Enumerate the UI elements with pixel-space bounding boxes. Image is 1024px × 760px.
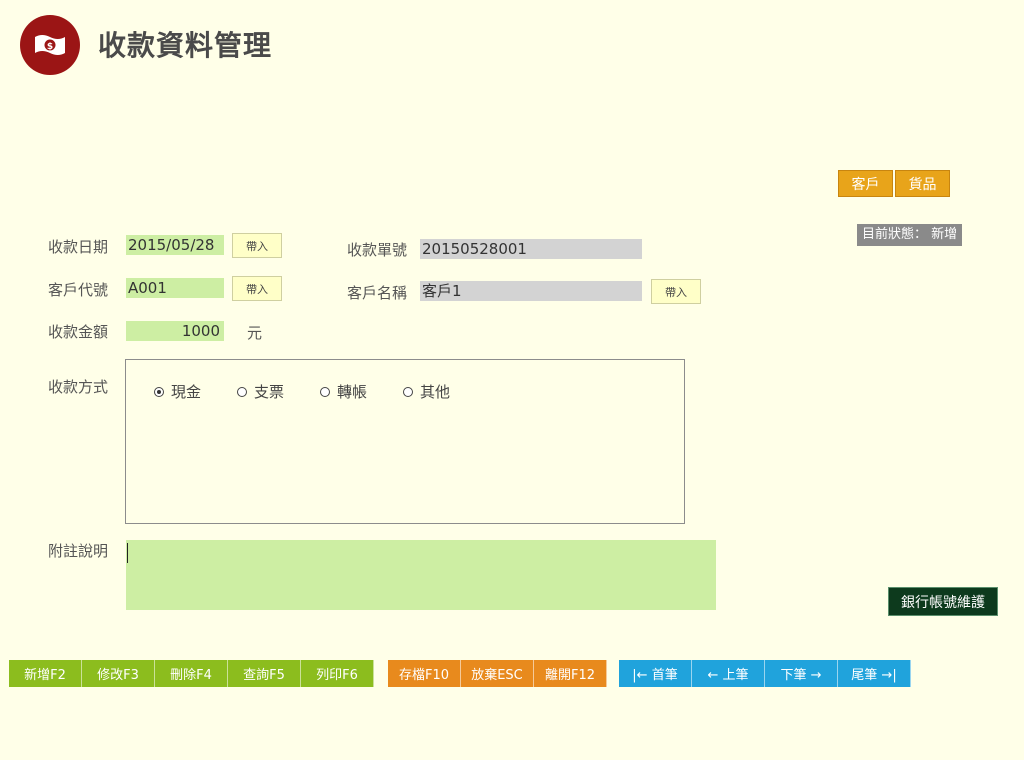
prev-record-button[interactable]: ← 上筆 — [692, 660, 765, 687]
goods-button[interactable]: 貨品 — [895, 170, 950, 197]
add-button[interactable]: 新增F2 — [9, 660, 82, 687]
customer-code-label: 客戶代號 — [48, 281, 109, 299]
receipt-no-label: 收款單號 — [347, 241, 408, 259]
text-caret — [127, 543, 128, 563]
date-label: 收款日期 — [48, 238, 109, 256]
svg-text:$: $ — [47, 42, 53, 52]
method-cash-label: 現金 — [171, 383, 202, 401]
memo-label: 附註說明 — [48, 542, 109, 560]
method-transfer-label: 轉帳 — [337, 383, 368, 401]
amount-field[interactable]: 1000 — [126, 321, 224, 341]
exit-button[interactable]: 離開F12 — [534, 660, 607, 687]
receipt-no-field: 20150528001 — [420, 239, 642, 259]
customer-code-field[interactable]: A001 — [126, 278, 224, 298]
save-action-group: 存檔F10 放棄ESC 離開F12 — [388, 660, 607, 687]
radio-empty-icon — [320, 386, 330, 397]
money-bill-icon: $ — [35, 35, 65, 55]
method-check-label: 支票 — [254, 383, 285, 401]
print-button[interactable]: 列印F6 — [301, 660, 374, 687]
method-transfer-radio[interactable]: 轉帳 — [320, 381, 367, 402]
date-pick-button[interactable]: 帶入 — [232, 233, 282, 258]
modify-button[interactable]: 修改F3 — [82, 660, 155, 687]
app-logo: $ — [20, 15, 80, 75]
customer-pick-button[interactable]: 帶入 — [232, 276, 282, 301]
method-other-label: 其他 — [420, 383, 451, 401]
record-nav-group: |← 首筆 ← 上筆 下筆 → 尾筆 →| — [619, 660, 911, 687]
discard-button[interactable]: 放棄ESC — [461, 660, 534, 687]
method-check-radio[interactable]: 支票 — [237, 381, 284, 402]
customer-button[interactable]: 客戶 — [838, 170, 893, 197]
radio-selected-icon — [154, 386, 164, 397]
radio-empty-icon — [403, 386, 413, 397]
method-label: 收款方式 — [48, 378, 109, 396]
amount-label: 收款金額 — [48, 323, 109, 341]
customer-name-field: 客戶1 — [420, 281, 642, 301]
next-record-button[interactable]: 下筆 → — [765, 660, 838, 687]
memo-textarea[interactable] — [126, 540, 716, 610]
customer-name-label: 客戶名稱 — [347, 284, 408, 302]
date-field[interactable]: 2015/05/28 — [126, 235, 224, 255]
save-button[interactable]: 存檔F10 — [388, 660, 461, 687]
edit-action-group: 新增F2 修改F3 刪除F4 查詢F5 列印F6 — [9, 660, 374, 687]
method-other-radio[interactable]: 其他 — [403, 381, 450, 402]
radio-empty-icon — [237, 386, 247, 397]
delete-button[interactable]: 刪除F4 — [155, 660, 228, 687]
status-badge: 目前狀態： 新增 — [857, 224, 963, 246]
query-button[interactable]: 查詢F5 — [228, 660, 301, 687]
last-record-button[interactable]: 尾筆 →| — [838, 660, 911, 687]
payment-method-group: 現金 支票 轉帳 其他 — [125, 359, 685, 524]
amount-unit: 元 — [247, 324, 263, 342]
method-cash-radio[interactable]: 現金 — [154, 381, 201, 402]
page-title: 收款資料管理 — [98, 29, 273, 62]
first-record-button[interactable]: |← 首筆 — [619, 660, 692, 687]
bank-account-button[interactable]: 銀行帳號維護 — [888, 587, 998, 616]
customer-name-pick-button[interactable]: 帶入 — [651, 279, 701, 304]
